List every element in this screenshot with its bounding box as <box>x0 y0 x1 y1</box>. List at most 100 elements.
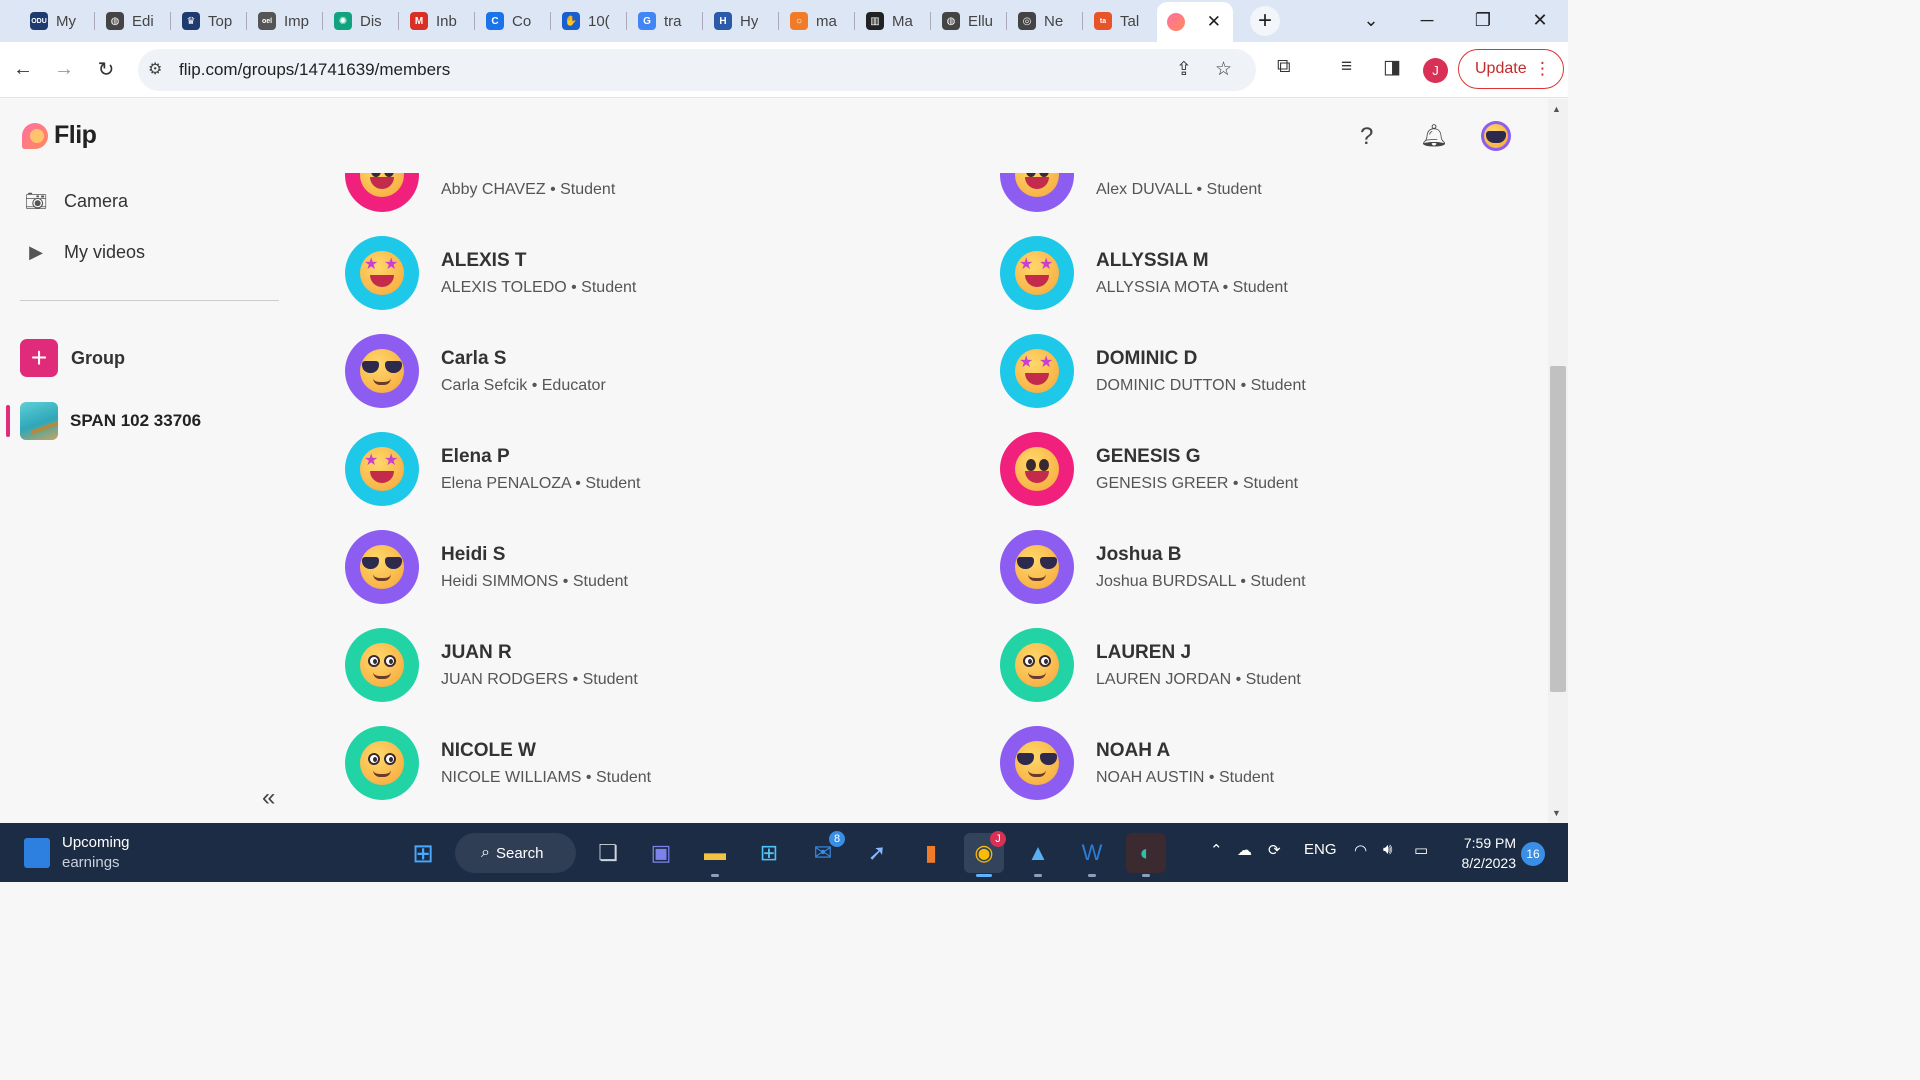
photos-icon[interactable]: ▲ <box>1018 833 1058 877</box>
url-text[interactable]: flip.com/groups/14741639/members <box>179 60 450 80</box>
windows-start-icon[interactable]: ⊞ <box>403 833 443 873</box>
tab-12[interactable]: ◍ Ellu <box>932 4 1004 38</box>
member-avatar[interactable] <box>1000 628 1074 702</box>
member-avatar[interactable] <box>1000 726 1074 800</box>
add-group-button[interactable]: + Group <box>20 339 125 377</box>
system-clock[interactable]: 7:59 PM 8/2/2023 <box>1450 833 1517 873</box>
address-bar[interactable]: ⚙ flip.com/groups/14741639/members ⇪ ☆ <box>138 49 1256 91</box>
sidebar-item-my-videos[interactable]: ▶ My videos <box>24 240 145 264</box>
remote-app-icon[interactable]: ➚ <box>857 833 897 873</box>
update-button[interactable]: Update ⋮ <box>1458 49 1564 89</box>
media-queue-icon[interactable]: ≡ <box>1341 56 1352 78</box>
bookmark-star-icon[interactable]: ☆ <box>1215 58 1232 81</box>
tab-5[interactable]: M Inb <box>400 4 472 38</box>
member-avatar[interactable] <box>345 530 419 604</box>
office-icon[interactable]: ▮ <box>911 833 951 873</box>
member-row[interactable]: NOAH A NOAH AUSTIN • Student <box>1000 726 1548 806</box>
member-avatar[interactable] <box>1000 173 1074 212</box>
tab-14[interactable]: ta Tal <box>1084 4 1156 38</box>
close-window-icon[interactable]: ✕ <box>1525 6 1555 34</box>
member-row[interactable]: ★ ★ DOMINIC D DOMINIC DUTTON • Student <box>1000 334 1548 414</box>
scrollbar-thumb[interactable] <box>1550 366 1566 692</box>
sidebar-item-group[interactable]: SPAN 102 33706 <box>6 402 201 440</box>
active-indicator <box>6 405 10 437</box>
user-avatar[interactable] <box>1481 121 1511 151</box>
tab-10[interactable]: ○ ma <box>780 4 852 38</box>
tab-9[interactable]: H Hy <box>704 4 776 38</box>
more-menu-icon[interactable]: ⋮ <box>1534 59 1551 79</box>
word-icon[interactable]: W <box>1072 833 1112 877</box>
edge-icon[interactable]: ◐ <box>1126 833 1166 877</box>
scroll-up-icon[interactable]: ▲ <box>1552 104 1561 114</box>
member-row[interactable]: Abby CHAVEZ • Student <box>345 173 905 218</box>
member-row[interactable]: Heidi S Heidi SIMMONS • Student <box>345 530 905 610</box>
collapse-sidebar-icon[interactable]: « <box>262 784 275 812</box>
language-indicator[interactable]: ENG <box>1304 841 1337 858</box>
teams-chat-icon[interactable]: ▣ <box>641 833 681 873</box>
task-view-icon[interactable]: ❏ <box>588 833 628 873</box>
taskbar-search[interactable]: ⌕ Search <box>455 833 576 873</box>
new-tab-button[interactable]: + <box>1250 6 1280 36</box>
back-icon[interactable]: ← <box>8 54 38 84</box>
member-row[interactable]: Carla S Carla Sefcik • Educator <box>345 334 905 414</box>
minimize-icon[interactable]: ─ <box>1412 6 1442 34</box>
onedrive-cloud-icon[interactable]: ☁ <box>1237 841 1252 859</box>
tab-4[interactable]: ✺ Dis <box>324 4 396 38</box>
show-hidden-icons-chevron[interactable]: ⌃ <box>1210 841 1223 859</box>
member-row[interactable]: ★ ★ Elena P Elena PENALOZA • Student <box>345 432 905 512</box>
member-row[interactable]: GENESIS G GENESIS GREER • Student <box>1000 432 1548 512</box>
tab-11[interactable]: ▥ Ma <box>856 4 928 38</box>
chrome-icon[interactable]: ◉ J <box>964 831 1006 877</box>
profile-avatar[interactable]: J <box>1423 58 1448 83</box>
site-settings-icon[interactable]: ⚙ <box>148 59 162 79</box>
extensions-icon[interactable]: ⧉ <box>1277 56 1291 78</box>
member-avatar[interactable] <box>345 628 419 702</box>
tab-0[interactable]: ODU My <box>20 4 92 38</box>
tab-7[interactable]: ✋ 10( <box>552 4 624 38</box>
restore-icon[interactable]: ❐ <box>1468 6 1498 34</box>
member-avatar[interactable] <box>345 173 419 212</box>
tab-1[interactable]: ◍ Edi <box>96 4 168 38</box>
member-row[interactable]: ★ ★ ALLYSSIA M ALLYSSIA MOTA • Student <box>1000 236 1548 316</box>
member-avatar[interactable]: ★ ★ <box>345 432 419 506</box>
member-avatar[interactable] <box>1000 432 1074 506</box>
member-row[interactable]: LAUREN J LAUREN JORDAN • Student <box>1000 628 1548 708</box>
side-panel-icon[interactable]: ◨ <box>1383 56 1401 79</box>
member-row[interactable]: NICOLE W NICOLE WILLIAMS • Student <box>345 726 905 806</box>
member-row[interactable]: ★ ★ ALEXIS T ALEXIS TOLEDO • Student <box>345 236 905 316</box>
help-icon[interactable]: ? <box>1360 123 1373 151</box>
member-avatar[interactable]: ★ ★ <box>1000 236 1074 310</box>
tab-2[interactable]: ♛ Top <box>172 4 244 38</box>
member-row[interactable]: JUAN R JUAN RODGERS • Student <box>345 628 905 708</box>
tab-6[interactable]: C Co <box>476 4 548 38</box>
member-avatar[interactable]: ★ ★ <box>345 236 419 310</box>
tab-flip-active[interactable]: ✕ <box>1157 2 1233 42</box>
member-avatar[interactable] <box>345 334 419 408</box>
tab-3[interactable]: oel Imp <box>248 4 320 38</box>
battery-icon[interactable]: ▭ <box>1414 841 1428 859</box>
notifications-bell-icon[interactable]: 🔔︎ <box>1420 123 1448 149</box>
share-icon[interactable]: ⇪ <box>1176 58 1192 81</box>
notification-center-badge[interactable]: 16 <box>1521 842 1545 866</box>
member-row[interactable]: Joshua B Joshua BURDSALL • Student <box>1000 530 1548 610</box>
sidebar-item-camera[interactable]: 📷︎ Camera <box>24 189 128 213</box>
tab-8[interactable]: Gtra <box>628 4 700 38</box>
microsoft-store-icon[interactable]: ⊞ <box>749 833 789 873</box>
scroll-down-icon[interactable]: ▼ <box>1552 808 1561 818</box>
flip-logo[interactable]: Flip <box>22 121 97 150</box>
wifi-icon[interactable]: ◠ <box>1354 841 1367 859</box>
reload-icon[interactable]: ↻ <box>91 54 121 84</box>
member-avatar[interactable]: ★ ★ <box>1000 334 1074 408</box>
member-avatar[interactable] <box>1000 530 1074 604</box>
widgets-button[interactable]: Upcoming earnings <box>24 833 130 873</box>
sync-icon[interactable]: ⟳ <box>1268 841 1281 859</box>
tab-13[interactable]: ◎ Ne <box>1008 4 1080 38</box>
mail-icon[interactable]: ✉ 8 <box>803 831 845 873</box>
close-tab-icon[interactable]: ✕ <box>1207 12 1221 32</box>
volume-icon[interactable]: 🔊︎ <box>1383 841 1392 858</box>
file-explorer-icon[interactable]: ▬ <box>695 833 735 877</box>
forward-icon[interactable]: → <box>49 54 79 84</box>
tab-search-chevron-icon[interactable]: ⌄ <box>1356 6 1386 34</box>
member-row[interactable]: Alex DUVALL • Student <box>1000 173 1548 218</box>
member-avatar[interactable] <box>345 726 419 800</box>
